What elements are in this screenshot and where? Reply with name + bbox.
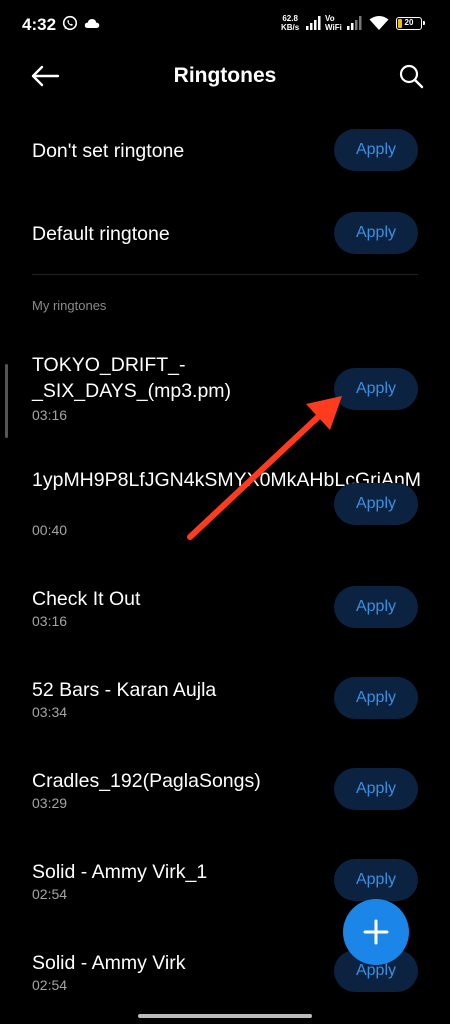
status-bar: 4:32 62.8 KB/s Vo WiFi 20 [0, 0, 450, 54]
apply-button[interactable]: Apply [334, 586, 418, 628]
scrollbar[interactable] [5, 364, 8, 438]
ringtone-name: 1ypMH9P8LfJGN4kSMYX0MkAHbLcGrjAnM [32, 469, 422, 491]
page-title: Ringtones [173, 64, 277, 87]
ringtone-duration: 03:16 [32, 613, 68, 629]
ringtone-duration: 00:40 [32, 522, 68, 538]
apply-button[interactable]: Apply [334, 768, 418, 810]
cellular-signal-2-icon [347, 16, 362, 30]
cellular-signal-icon [306, 16, 321, 30]
ringtone-duration: 03:29 [32, 795, 68, 811]
section-header: My ringtones [32, 298, 107, 313]
search-icon[interactable] [398, 63, 424, 89]
vowifi-top: Vo [325, 14, 335, 23]
apply-button[interactable]: Apply [334, 677, 418, 719]
ringtone-duration: 03:34 [32, 704, 68, 720]
app-bar: Ringtones [0, 54, 450, 100]
status-time: 4:32 [22, 15, 57, 34]
wifi-icon [369, 16, 389, 30]
battery-level: 20 [404, 18, 414, 27]
ringtone-name: Solid - Ammy Virk_1 [32, 861, 208, 883]
apply-button[interactable]: Apply [334, 129, 418, 171]
apply-button[interactable]: Apply [334, 368, 418, 410]
ringtone-name: 52 Bars - Karan Aujla [32, 679, 217, 701]
ringtone-name: TOKYO_DRIFT_-_SIX_DAYS_(mp3.pm) [32, 354, 232, 402]
network-speed-value: 62.8 [282, 14, 298, 23]
ringtone-name: Cradles_192(PaglaSongs) [32, 770, 261, 792]
option-label: Default ringtone [32, 223, 170, 245]
ringtone-name: Solid - Ammy Virk [32, 952, 186, 974]
cloud-icon [84, 19, 100, 28]
divider [32, 274, 418, 275]
ringtone-duration: 02:54 [32, 886, 68, 902]
option-label: Don't set ringtone [32, 140, 185, 162]
vowifi-indicator: Vo WiFi [325, 14, 342, 32]
apply-button[interactable]: Apply [334, 212, 418, 254]
ringtone-duration: 02:54 [32, 977, 68, 993]
vowifi-bottom: WiFi [325, 23, 342, 32]
battery-icon: 20 [396, 17, 425, 30]
add-ringtone-button[interactable] [343, 899, 409, 965]
ringtone-duration: 03:16 [32, 407, 68, 423]
network-speed: 62.8 KB/s [281, 14, 299, 32]
home-indicator[interactable] [138, 1014, 312, 1018]
apply-button[interactable]: Apply [334, 483, 418, 525]
apply-button[interactable]: Apply [334, 859, 418, 901]
ringtone-name: Check It Out [32, 588, 141, 610]
plus-icon [363, 919, 389, 945]
whatsapp-icon [62, 15, 78, 31]
network-speed-unit: KB/s [281, 23, 300, 32]
